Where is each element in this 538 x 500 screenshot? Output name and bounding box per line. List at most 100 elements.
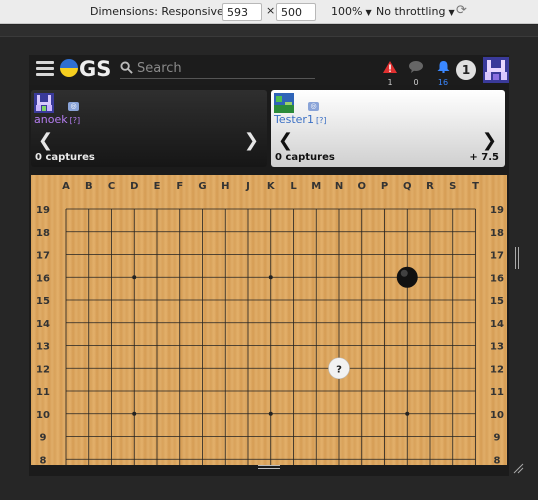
black-stone xyxy=(396,266,418,288)
devtools-media-strip xyxy=(0,25,538,37)
warning-count: 1 xyxy=(387,78,393,87)
row-label: 8 xyxy=(40,455,47,465)
row-label: 11 xyxy=(36,387,50,398)
user-avatar[interactable] xyxy=(483,57,509,83)
column-label: D xyxy=(130,181,138,192)
column-label: K xyxy=(267,181,276,192)
chevron-left-icon[interactable]: ❮ xyxy=(278,130,293,151)
player-rank: [?] xyxy=(315,116,327,125)
row-label: 9 xyxy=(494,433,501,444)
logo-text[interactable]: GS xyxy=(79,57,111,81)
black-captures: 0 captures xyxy=(35,152,95,163)
column-label: F xyxy=(176,181,183,192)
row-label: 12 xyxy=(36,364,50,375)
devtools-toolbar: Dimensions: Responsive▼ × 100%▼ No throt… xyxy=(0,0,538,24)
row-label: 13 xyxy=(36,342,50,353)
row-label: 16 xyxy=(36,273,50,284)
column-label: C xyxy=(108,181,115,192)
viewport-resize-grip[interactable] xyxy=(515,247,521,269)
star-point xyxy=(132,411,137,416)
column-label: R xyxy=(426,181,434,192)
column-label: T xyxy=(472,181,479,192)
row-label: 11 xyxy=(490,387,504,398)
viewport-height-input[interactable] xyxy=(276,3,316,21)
row-label: 17 xyxy=(36,251,50,262)
column-label: G xyxy=(198,181,206,192)
games-count-badge[interactable]: 1 xyxy=(456,60,476,80)
player-name[interactable]: anoek xyxy=(34,113,68,126)
chevron-left-icon[interactable]: ❮ xyxy=(38,130,53,151)
star-point xyxy=(268,411,273,416)
dimension-separator: × xyxy=(266,4,276,17)
row-label: 10 xyxy=(490,410,504,421)
emulated-viewport: GS Search 1 0 16 1 ◎ anoek [?] ❮ ❯ 0 cap… xyxy=(29,55,509,476)
chat-bubble-icon xyxy=(409,61,423,73)
go-board[interactable]: A B C D E F G H J K L M N O P Q R S T 19 19 18 18 17 17 16 16 15 15 1… xyxy=(31,175,507,465)
column-label: O xyxy=(357,181,366,192)
white-player-name[interactable]: Tester1 [?] xyxy=(274,113,326,126)
black-player-card: ◎ anoek [?] ❮ ❯ 0 captures xyxy=(31,90,267,167)
row-label: 15 xyxy=(36,296,50,307)
site-navbar: GS Search 1 0 16 1 xyxy=(29,55,509,87)
zoom-dropdown[interactable]: 100% ▼ xyxy=(331,5,372,18)
flag-icon: ◎ xyxy=(308,102,319,111)
column-label: A xyxy=(62,181,70,192)
column-label: L xyxy=(290,181,297,192)
notification-count: 16 xyxy=(437,78,449,87)
rotate-icon[interactable]: ⟳ xyxy=(456,3,467,18)
column-label: N xyxy=(335,181,343,192)
search-field[interactable]: Search xyxy=(120,60,315,79)
chevron-down-icon: ▼ xyxy=(365,8,372,17)
search-icon xyxy=(120,61,133,74)
column-label: E xyxy=(154,181,161,192)
black-player-name[interactable]: anoek [?] xyxy=(34,113,80,126)
chevron-right-icon[interactable]: ❯ xyxy=(482,130,497,151)
player-avatar[interactable] xyxy=(274,93,294,113)
chat-count: 0 xyxy=(413,78,419,87)
column-label: S xyxy=(449,181,456,192)
komi-value: + 7.5 xyxy=(469,152,499,163)
row-label: 16 xyxy=(490,273,504,284)
stone-highlight xyxy=(400,269,408,277)
flag-icon: ◎ xyxy=(68,102,79,111)
chevron-right-icon[interactable]: ❯ xyxy=(244,130,259,151)
player-avatar[interactable] xyxy=(34,93,54,113)
row-label: 12 xyxy=(490,364,504,375)
row-label: 10 xyxy=(36,410,50,421)
logo-icon[interactable] xyxy=(60,59,78,77)
column-label: Q xyxy=(403,181,412,192)
stone-mark: ? xyxy=(336,364,342,375)
column-label: P xyxy=(381,181,388,192)
row-label: 9 xyxy=(40,433,47,444)
viewport-width-input[interactable] xyxy=(222,3,262,21)
row-label: 18 xyxy=(36,228,50,239)
star-point xyxy=(268,275,273,280)
column-label: J xyxy=(245,181,250,192)
warning-icon xyxy=(383,61,397,73)
column-label: M xyxy=(311,181,321,192)
row-label: 15 xyxy=(490,296,504,307)
dimensions-dropdown[interactable]: Dimensions: Responsive▼ xyxy=(90,5,233,18)
zoom-label: 100% xyxy=(331,5,363,18)
throttling-label: No throttling xyxy=(376,5,446,18)
player-name[interactable]: Tester1 xyxy=(274,113,314,126)
white-player-card: ◎ Tester1 [?] ❮ ❯ 0 captures + 7.5 xyxy=(271,90,505,167)
throttling-dropdown[interactable]: No throttling ▼ xyxy=(376,5,455,18)
bell-icon xyxy=(437,61,449,74)
resize-handle-icon[interactable] xyxy=(258,465,280,471)
row-label: 14 xyxy=(36,319,50,330)
row-label: 19 xyxy=(36,205,50,216)
row-label: 14 xyxy=(490,319,504,330)
row-label: 18 xyxy=(490,228,504,239)
hamburger-menu-icon[interactable] xyxy=(36,61,54,77)
corner-resize-icon[interactable] xyxy=(512,462,524,474)
chat-button[interactable]: 0 xyxy=(407,58,425,87)
row-label: 13 xyxy=(490,342,504,353)
row-label: 17 xyxy=(490,251,504,262)
notifications-button[interactable]: 16 xyxy=(434,58,452,87)
chevron-down-icon: ▼ xyxy=(448,8,455,17)
white-captures: 0 captures xyxy=(275,152,335,163)
dimensions-label: Dimensions: Responsive xyxy=(90,5,224,18)
board-grid[interactable]: A B C D E F G H J K L M N O P Q R S T 19 19 18 18 17 17 16 16 15 15 1… xyxy=(31,175,507,465)
warning-button[interactable]: 1 xyxy=(381,58,399,87)
